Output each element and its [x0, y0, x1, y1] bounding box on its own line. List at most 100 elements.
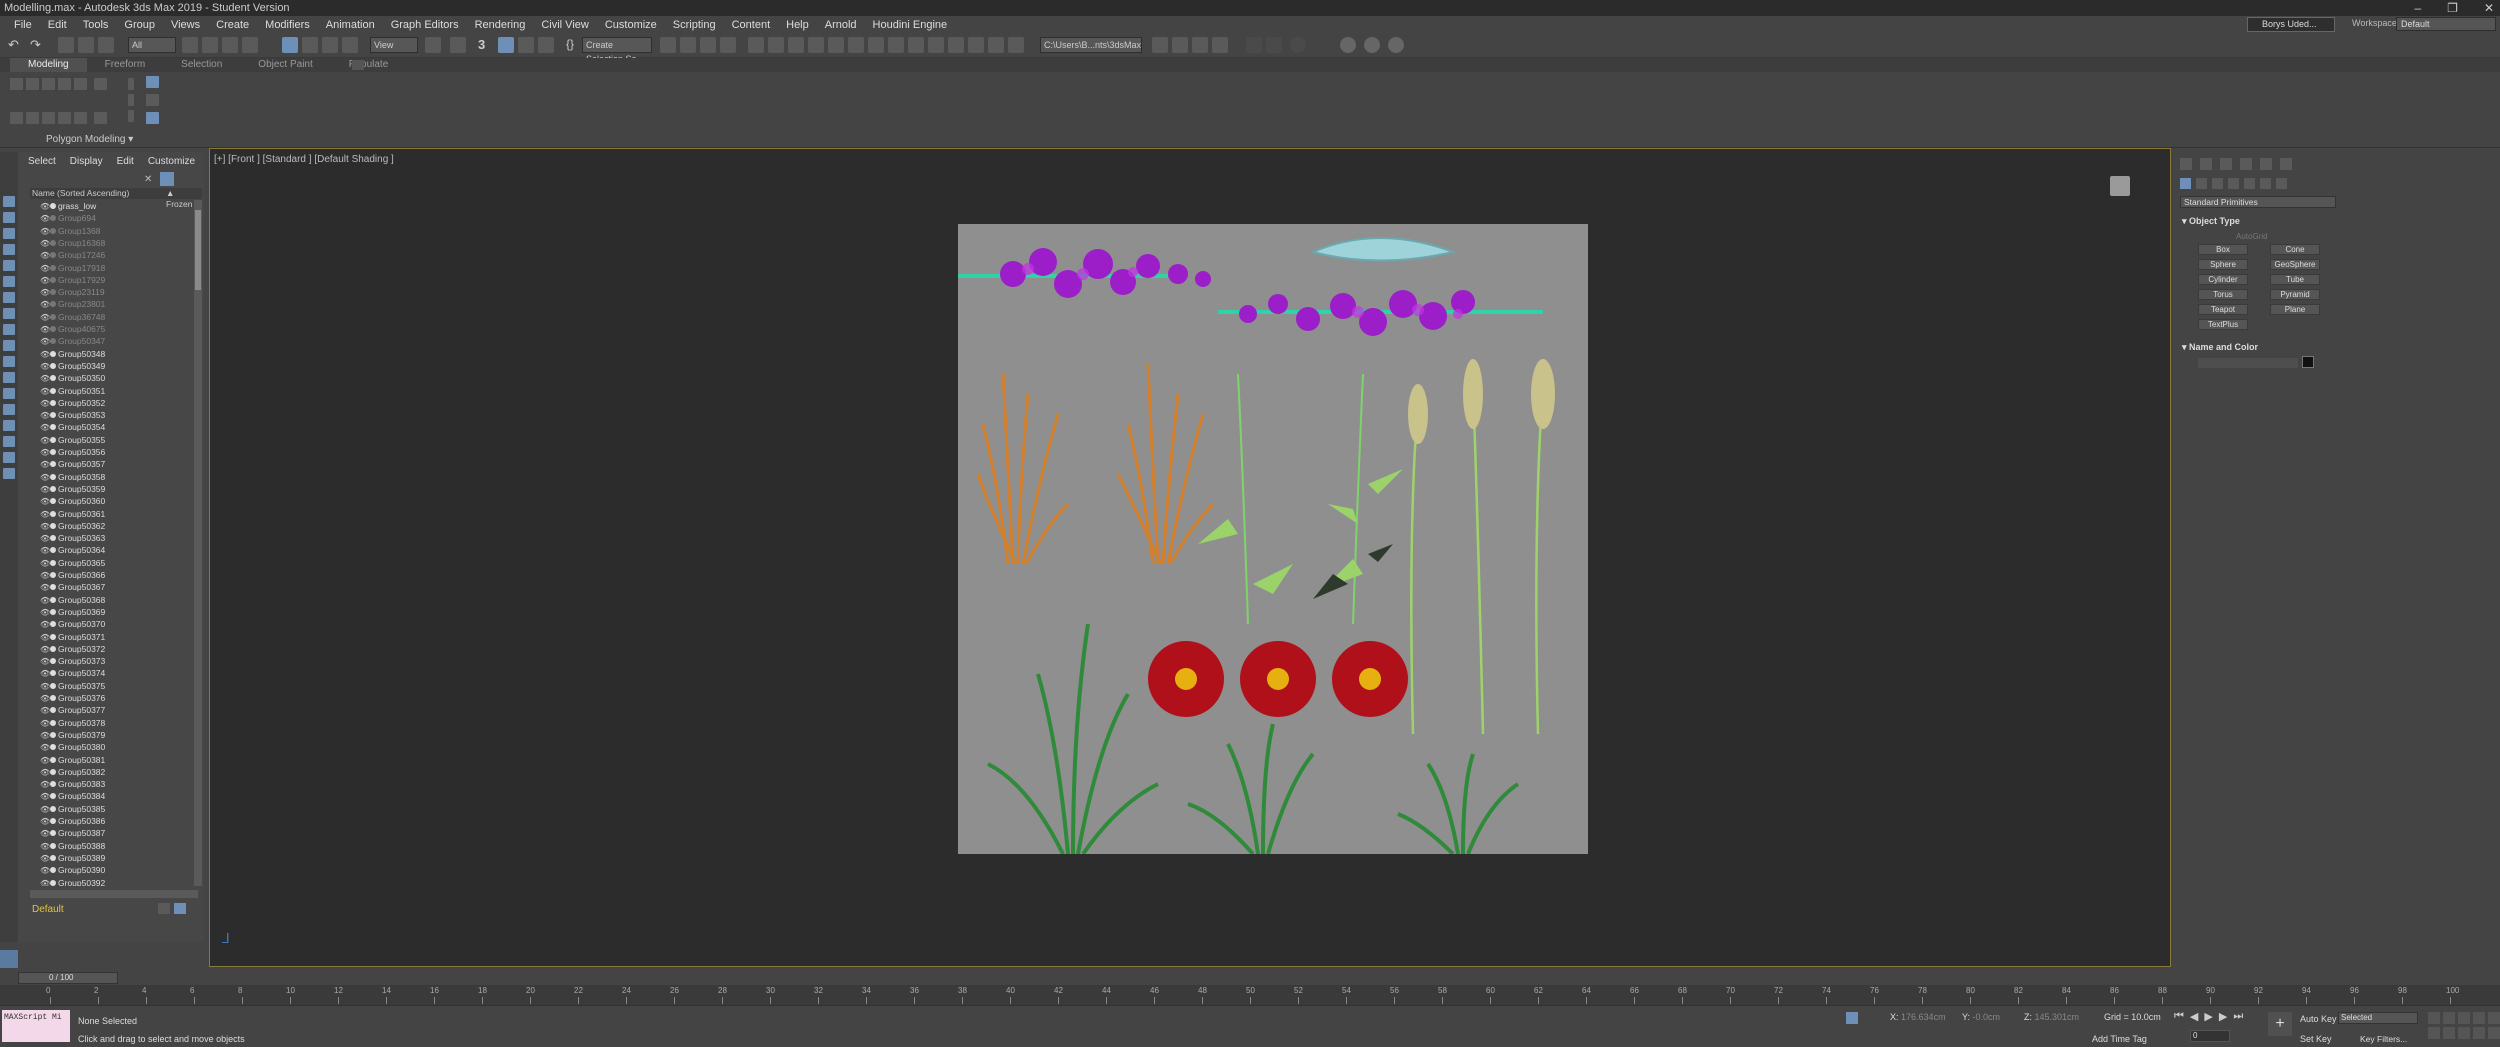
freeze-icon[interactable] [50, 473, 56, 480]
list-item[interactable]: 👁 Group50364 [18, 544, 194, 557]
list-item[interactable]: 👁 Group50386 [18, 815, 194, 828]
physics-icon[interactable] [1246, 37, 1262, 53]
toggle-scene-explorer-icon[interactable] [700, 37, 716, 53]
find-filter-icon[interactable] [160, 172, 174, 186]
menu-modifiers[interactable]: Modifiers [257, 16, 318, 34]
freeze-icon[interactable] [50, 510, 56, 517]
freeze-icon[interactable] [50, 301, 56, 308]
sim-dot-icon[interactable] [1290, 37, 1306, 53]
visibility-eye-icon[interactable]: 👁 [40, 680, 50, 693]
bind-spacewarp-icon[interactable] [98, 37, 114, 53]
spacewarps-icon[interactable] [2260, 178, 2271, 189]
list-item[interactable]: 👁 Group16368 [18, 237, 194, 250]
viewport-label[interactable]: [+] [Front ] [Standard ] [Default Shadin… [214, 154, 394, 165]
visibility-eye-icon[interactable]: 👁 [40, 827, 50, 840]
menu-customize[interactable]: Customize [597, 16, 665, 34]
menu-group[interactable]: Group [116, 16, 163, 34]
list-item[interactable]: 👁 Group50381 [18, 754, 194, 767]
display-containers-icon[interactable] [3, 356, 15, 367]
visibility-eye-icon[interactable]: 👁 [40, 557, 50, 570]
list-item[interactable]: 👁 Group50376 [18, 692, 194, 705]
set-key-button[interactable]: Set Key [2300, 1034, 2332, 1044]
autogrid-checkbox[interactable]: AutoGrid [2236, 232, 2268, 241]
visibility-eye-icon[interactable]: 👁 [40, 815, 50, 828]
display-bones-icon[interactable] [3, 340, 15, 351]
list-item[interactable]: 👁 Group50362 [18, 520, 194, 533]
list-item[interactable]: 👁 Group50390 [18, 864, 194, 877]
list-item[interactable]: 👁 Group50349 [18, 360, 194, 373]
list-item[interactable]: 👁 Group50348 [18, 348, 194, 361]
scale-icon[interactable] [322, 37, 338, 53]
cameras-icon[interactable] [2228, 178, 2239, 189]
visibility-eye-icon[interactable]: 👁 [40, 200, 50, 213]
freeze-icon[interactable] [50, 731, 56, 738]
visibility-eye-icon[interactable]: 👁 [40, 323, 50, 336]
link-icon[interactable] [58, 37, 74, 53]
freeze-icon[interactable] [50, 719, 56, 726]
list-item[interactable]: 👁 grass_low [18, 200, 194, 213]
list-item[interactable]: 👁 Group50384 [18, 790, 194, 803]
visibility-eye-icon[interactable]: 👁 [40, 335, 50, 348]
freeze-icon[interactable] [50, 338, 56, 345]
layer-icon[interactable] [3, 468, 15, 479]
schematic-view-icon[interactable] [788, 37, 804, 53]
display-children-icon[interactable] [3, 420, 15, 431]
explorer-hscrollbar[interactable] [30, 890, 198, 898]
list-item[interactable]: 👁 Group50361 [18, 508, 194, 521]
visibility-eye-icon[interactable]: 👁 [40, 249, 50, 262]
curve-editor-icon[interactable] [768, 37, 784, 53]
freeze-icon[interactable] [50, 572, 56, 578]
menu-create[interactable]: Create [208, 16, 257, 34]
list-item[interactable]: 👁 Group50372 [18, 643, 194, 656]
primitive-type-dropdown[interactable]: Standard Primitives [2180, 196, 2336, 208]
display-tab-icon[interactable] [2260, 158, 2272, 170]
visibility-eye-icon[interactable]: 👁 [40, 864, 50, 877]
visibility-eye-icon[interactable]: 👁 [40, 458, 50, 471]
rotate-icon[interactable] [302, 37, 318, 53]
freeze-icon[interactable] [50, 362, 56, 369]
freeze-icon[interactable] [50, 559, 56, 566]
display-none-icon[interactable] [3, 196, 15, 207]
name-color-rollout[interactable]: ▾ Name and Color [2182, 342, 2258, 353]
freeze-icon[interactable] [50, 830, 56, 837]
display-groups-icon[interactable] [3, 308, 15, 319]
visibility-eye-icon[interactable]: 👁 [40, 520, 50, 533]
freeze-icon[interactable] [50, 227, 56, 234]
display-spacewarps-icon[interactable] [3, 292, 15, 303]
freeze-icon[interactable] [50, 793, 56, 800]
visibility-eye-icon[interactable]: 👁 [40, 790, 50, 803]
material-editor-icon[interactable] [808, 37, 824, 53]
object-name-field[interactable] [2198, 358, 2298, 368]
object-type-rollout[interactable]: ▾ Object Type [2182, 216, 2240, 227]
render-cloud-icon[interactable] [928, 37, 944, 53]
project-folder-icon[interactable] [1172, 37, 1188, 53]
list-item[interactable]: 👁 Group50383 [18, 778, 194, 791]
menu-arnold[interactable]: Arnold [817, 16, 865, 34]
clear-search-icon[interactable]: ✕ [144, 174, 152, 185]
create-geosphere-button[interactable]: GeoSphere [2270, 259, 2320, 270]
visibility-eye-icon[interactable]: 👁 [40, 298, 50, 311]
list-item[interactable]: 👁 Group50365 [18, 557, 194, 570]
list-item[interactable]: 👁 Group23801 [18, 298, 194, 311]
freeze-icon[interactable] [50, 239, 56, 246]
visibility-eye-icon[interactable]: 👁 [40, 877, 50, 887]
freeze-icon[interactable] [50, 756, 56, 763]
list-item[interactable]: 👁 Group50378 [18, 717, 194, 730]
list-item[interactable]: 👁 Group50366 [18, 569, 194, 582]
list-item[interactable]: 👁 Group50374 [18, 667, 194, 680]
zoom-icon[interactable] [2428, 1012, 2440, 1024]
menu-animation[interactable]: Animation [318, 16, 383, 34]
visibility-eye-icon[interactable]: 👁 [40, 409, 50, 422]
freeze-icon[interactable] [50, 203, 56, 209]
list-item[interactable]: 👁 Group23119 [18, 286, 194, 299]
ribbon-tab-freeform[interactable]: Freeform [87, 58, 164, 72]
menu-content[interactable]: Content [724, 16, 779, 34]
layer-options-icon[interactable] [158, 903, 170, 914]
shapes-icon[interactable] [2196, 178, 2207, 189]
render-region-icon[interactable] [988, 37, 1004, 53]
freeze-icon[interactable] [50, 645, 56, 652]
visibility-eye-icon[interactable]: 👁 [40, 778, 50, 791]
play-icon[interactable]: ▶ [2204, 1010, 2212, 1023]
menu-graph-editors[interactable]: Graph Editors [383, 16, 467, 34]
visibility-eye-icon[interactable]: 👁 [40, 618, 50, 631]
